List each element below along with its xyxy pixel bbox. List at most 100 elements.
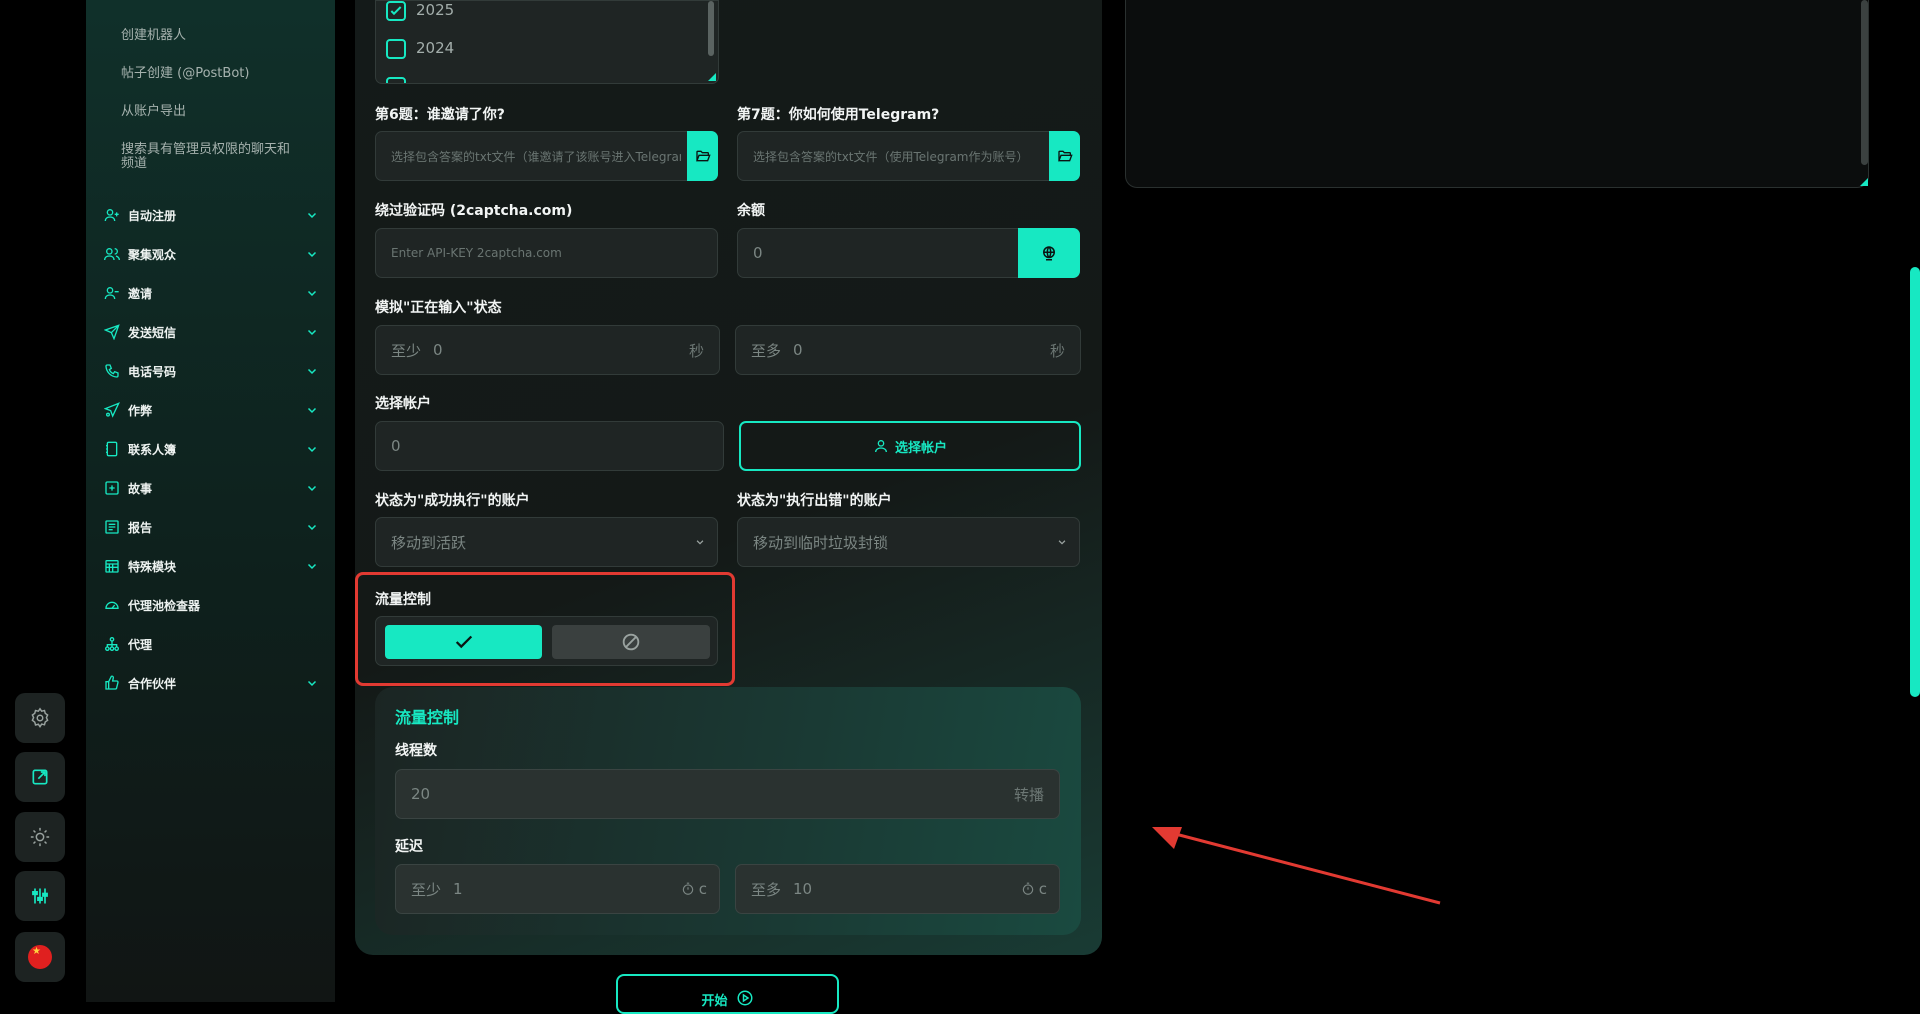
sidebar-subitem-post-create[interactable]: 帖子创建 (@PostBot) — [121, 67, 311, 81]
settings-button[interactable] — [15, 693, 65, 743]
sidebar-item-partners[interactable]: 合作伙伴 — [104, 672, 318, 694]
sidebar-item-phone-numbers[interactable]: 电话号码 — [104, 360, 318, 382]
sliders-icon — [32, 888, 48, 904]
success-status-select[interactable]: 移动到活跃 — [375, 517, 718, 567]
user-plus-icon — [104, 209, 119, 222]
typing-min-prefix: 至少 — [391, 341, 422, 360]
year-list-scrollbar[interactable] — [708, 1, 714, 56]
balance-value: 0 — [753, 244, 763, 262]
sidebar-item-label: 邀请 — [128, 286, 153, 301]
sidebar-subitem-export[interactable]: 从账户导出 — [121, 105, 311, 119]
delay-min-input[interactable]: 至少 1 c — [395, 864, 720, 914]
accounts-count-value: 0 — [391, 437, 401, 455]
sidebar-subitem-search-admin[interactable]: 搜索具有管理员权限的聊天和频道 — [121, 143, 301, 171]
china-flag-icon — [28, 945, 52, 969]
delay-min-value: 1 — [453, 880, 463, 898]
sidebar-item-label: 作弊 — [128, 403, 153, 418]
flow-control-card: 流量控制 线程数 20 转播 延迟 至少 1 c 至多 10 c — [375, 687, 1081, 935]
year-checkbox-2024[interactable] — [386, 39, 406, 59]
contacts-icon — [106, 441, 118, 457]
sidebar-item-contacts[interactable]: 联系人簿 — [104, 438, 318, 460]
sidebar: 创建机器人 帖子创建 (@PostBot) 从账户导出 搜索具有管理员权限的聊天… — [86, 0, 335, 1002]
balance-field: 0 — [737, 228, 1080, 278]
sidebar-item-invite[interactable]: 邀请 — [104, 282, 318, 304]
sidebar-item-send-sms[interactable]: 发送短信 — [104, 321, 318, 343]
sidebar-item-label: 代理池检查器 — [128, 598, 201, 613]
typing-max-value: 0 — [793, 341, 803, 359]
resize-handle[interactable] — [708, 73, 716, 81]
sidebar-item-special-modules[interactable]: 特殊模块 — [104, 555, 318, 577]
typing-min-unit: 秒 — [688, 341, 704, 360]
delay-max-value: 10 — [793, 880, 813, 898]
q6-file-field[interactable]: 选择包含答案的txt文件（谁邀请了该账号进入Telegram?） — [375, 131, 718, 181]
delay-max-prefix: 至多 — [751, 880, 782, 899]
sidebar-item-label: 代理 — [128, 637, 153, 652]
log-output-area[interactable] — [1125, 0, 1869, 188]
sidebar-item-label: 联系人簿 — [128, 442, 177, 457]
typing-label: 模拟"正在输入"状态 — [375, 300, 502, 316]
year-checkbox-2023[interactable] — [386, 77, 406, 83]
page-scrollbar[interactable] — [1910, 267, 1920, 697]
q7-file-field[interactable]: 选择包含答案的txt文件（使用Telegram作为账号） — [737, 131, 1080, 181]
phone-icon — [105, 364, 119, 378]
threads-input[interactable]: 20 转播 — [395, 769, 1060, 819]
plus-square-icon — [105, 481, 119, 495]
sidebar-subitem-create-bot[interactable]: 创建机器人 — [121, 29, 311, 43]
sidebar-item-proxy[interactable]: 代理 — [104, 633, 318, 655]
q6-browse-button[interactable] — [687, 131, 718, 181]
sidebar-subitem-clipped[interactable] — [121, 0, 311, 8]
chevron-down-icon — [307, 563, 317, 570]
sidebar-item-label: 合作伙伴 — [128, 676, 177, 691]
language-button[interactable] — [15, 932, 65, 982]
sidebar-item-label: 自动注册 — [128, 208, 177, 223]
typing-max-unit: 秒 — [1049, 341, 1065, 360]
balance-check-button[interactable] — [1018, 228, 1080, 278]
select-accounts-button[interactable]: 选择帐户 — [739, 421, 1081, 471]
theme-button[interactable] — [15, 812, 65, 862]
check-icon — [390, 6, 402, 16]
chevron-down-icon — [1058, 540, 1066, 545]
send-icon — [104, 324, 120, 340]
success-status-label: 状态为"成功执行"的账户 — [375, 493, 530, 509]
typing-min-input[interactable]: 至少 0 秒 — [375, 325, 720, 375]
start-button[interactable]: 开始 — [616, 974, 839, 1014]
captcha-api-key-input[interactable]: Enter API-KEY 2captcha.com — [375, 228, 718, 278]
year-list[interactable]: 2025 2024 — [375, 0, 719, 84]
year-label: 2025 — [416, 1, 455, 19]
sidebar-item-stories[interactable]: 故事 — [104, 477, 318, 499]
typing-min-value: 0 — [433, 341, 443, 359]
annotation-arrow — [1152, 827, 1441, 905]
external-link-button[interactable] — [15, 752, 65, 802]
chevron-down-icon — [307, 290, 317, 297]
timer-icon — [1022, 882, 1033, 895]
folder-open-icon — [1057, 150, 1073, 162]
log-scrollbar[interactable] — [1861, 0, 1868, 165]
delay-max-input[interactable]: 至多 10 c — [735, 864, 1060, 914]
q6-placeholder: 选择包含答案的txt文件（谁邀请了该账号进入Telegram?） — [391, 149, 681, 164]
balance-label: 余额 — [737, 203, 765, 219]
error-status-select[interactable]: 移动到临时垃圾封锁 — [737, 517, 1080, 567]
sidebar-item-gather-audience[interactable]: 聚集观众 — [104, 243, 318, 265]
sidebar-item-proxy-checker[interactable]: 代理池检查器 — [104, 594, 318, 616]
q7-browse-button[interactable] — [1049, 131, 1080, 181]
typing-max-input[interactable]: 至多 0 秒 — [735, 325, 1081, 375]
year-checkbox-2025[interactable] — [386, 1, 406, 21]
error-status-value: 移动到临时垃圾封锁 — [753, 533, 889, 552]
sidebar-item-cheat[interactable]: 作弊 — [104, 399, 318, 421]
folder-open-icon — [695, 150, 711, 162]
sidebar-item-reports[interactable]: 报告 — [104, 516, 318, 538]
captcha-label: 绕过验证码 (2captcha.com) — [375, 203, 573, 219]
sidebar-item-label: 报告 — [128, 520, 153, 535]
delay-max-unit: c — [1038, 880, 1047, 898]
paper-plane-icon — [104, 402, 120, 418]
chevron-down-icon — [307, 524, 317, 531]
year-label: 2024 — [416, 39, 455, 57]
chevron-down-icon — [307, 251, 317, 258]
chevron-down-icon — [307, 485, 317, 492]
sidebar-item-auto-register[interactable]: 自动注册 — [104, 204, 318, 226]
error-status-label: 状态为"执行出错"的账户 — [737, 493, 892, 509]
calendar-icon — [105, 560, 119, 573]
timer-icon — [682, 882, 693, 895]
network-icon — [105, 637, 119, 651]
filters-button[interactable] — [15, 871, 65, 921]
